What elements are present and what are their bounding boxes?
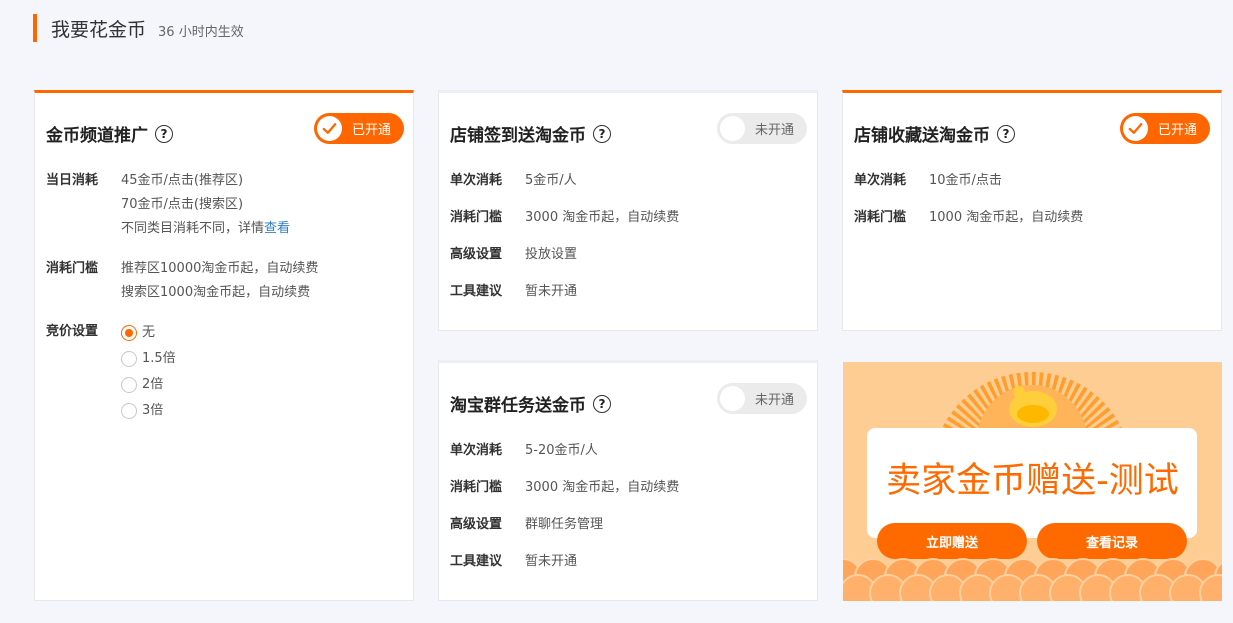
header-accent-bar <box>33 14 37 42</box>
radio-label: 2倍 <box>142 377 164 392</box>
field-label: 消耗门槛 <box>450 210 503 225</box>
bid-option-1-5x[interactable]: 1.5倍 <box>121 346 176 372</box>
tool-row: 工具建议 暂未开通 <box>450 280 577 304</box>
status-toggle[interactable]: 已开通 <box>1120 113 1210 144</box>
toggle-label: 已开通 <box>352 123 392 138</box>
threshold-line: 搜索区1000淘金币起，自动续费 <box>121 285 311 300</box>
daily-cost-row: 当日消耗 45金币/点击(推荐区) 70金币/点击(搜索区) 不同类目消耗不同，… <box>46 169 290 241</box>
group-task-manage-link[interactable]: 群聊任务管理 <box>525 513 603 537</box>
field-value: 暂未开通 <box>525 554 578 569</box>
cost-row: 单次消耗 5-20金币/人 <box>450 439 598 463</box>
view-records-button[interactable]: 查看记录 <box>1037 523 1187 559</box>
advanced-row: 高级设置 投放设置 <box>450 243 577 267</box>
field-value: 1000 淘金币起，自动续费 <box>929 210 1084 225</box>
radio-label: 3倍 <box>142 403 164 418</box>
status-toggle[interactable]: 未开通 <box>717 113 807 144</box>
radio-icon[interactable] <box>121 403 137 419</box>
card-title-text: 店铺签到送淘金币 <box>450 126 586 146</box>
help-icon[interactable]: ? <box>997 124 1015 143</box>
field-label: 工具建议 <box>450 554 503 569</box>
card-title: 店铺收藏送淘金币 ? <box>854 121 1015 146</box>
page-subtitle: 36 小时内生效 <box>158 24 244 40</box>
field-label: 高级设置 <box>450 247 503 262</box>
toggle-label: 未开通 <box>755 393 795 408</box>
check-icon <box>1123 116 1148 141</box>
field-value: 3000 淘金币起，自动续费 <box>525 480 680 495</box>
field-value: 推荐区10000淘金币起，自动续费 搜索区1000淘金币起，自动续费 <box>121 257 318 305</box>
gift-now-button[interactable]: 立即赠送 <box>877 523 1027 559</box>
radio-label: 无 <box>142 325 156 340</box>
threshold-row: 消耗门槛 3000 淘金币起，自动续费 <box>450 476 679 500</box>
field-label: 单次消耗 <box>450 173 503 188</box>
cost-row: 单次消耗 5金币/人 <box>450 169 577 193</box>
field-value: 3000 淘金币起，自动续费 <box>525 210 680 225</box>
field-label: 消耗门槛 <box>854 210 907 225</box>
banner-headline: 卖家金币赠送-测试 <box>886 461 1179 501</box>
gift-coins-banner: 卖家金币赠送-测试 立即赠送 查看记录 <box>843 362 1222 601</box>
cost-row: 单次消耗 10金币/点击 <box>854 169 1002 193</box>
toggle-label: 未开通 <box>755 123 795 138</box>
threshold-line: 推荐区10000淘金币起，自动续费 <box>121 261 319 276</box>
cost-line: 不同类目消耗不同，详情查看 <box>121 217 290 241</box>
radio-label: 1.5倍 <box>142 351 176 366</box>
bid-option-3x[interactable]: 3倍 <box>121 398 176 424</box>
radio-icon[interactable] <box>121 351 137 367</box>
radio-selected-icon[interactable] <box>121 325 137 341</box>
bid-radio-group: 无 1.5倍 2倍 3倍 <box>121 320 176 424</box>
threshold-row: 消耗门槛 1000 淘金币起，自动续费 <box>854 206 1083 230</box>
field-value: 5-20金币/人 <box>525 443 598 458</box>
placement-settings-link[interactable]: 投放设置 <box>525 243 577 267</box>
field-label: 高级设置 <box>450 517 503 532</box>
field-value: 5金币/人 <box>525 173 577 188</box>
field-value: 暂未开通 <box>525 284 578 299</box>
bid-option-2x[interactable]: 2倍 <box>121 372 176 398</box>
help-icon[interactable]: ? <box>593 394 611 413</box>
field-label: 竞价设置 <box>46 324 99 339</box>
bid-option-none[interactable]: 无 <box>121 320 176 346</box>
field-label: 消耗门槛 <box>46 261 99 276</box>
card-store-checkin: 店铺签到送淘金币 ? 未开通 单次消耗 5金币/人 消耗门槛 3000 淘金币起，自… <box>438 90 818 331</box>
page-header: 我要花金币 36 小时内生效 <box>33 14 244 42</box>
field-label: 工具建议 <box>450 284 503 299</box>
field-value: 10金币/点击 <box>929 173 1002 188</box>
card-title: 店铺签到送淘金币 ? <box>450 121 611 146</box>
bid-setting-row: 竞价设置 无 1.5倍 2倍 3倍 <box>46 320 176 424</box>
card-store-favorite: 店铺收藏送淘金币 ? 已开通 单次消耗 10金币/点击 消耗门槛 1000 淘金币起… <box>842 90 1222 331</box>
check-icon <box>317 116 342 141</box>
radio-icon[interactable] <box>121 377 137 393</box>
cost-line: 45金币/点击(推荐区) <box>121 173 244 188</box>
field-label: 消耗门槛 <box>450 480 503 495</box>
card-title: 金币频道推广 ? <box>46 121 173 146</box>
threshold-row: 消耗门槛 推荐区10000淘金币起，自动续费 搜索区1000淘金币起，自动续费 <box>46 257 318 305</box>
advanced-row: 高级设置 群聊任务管理 <box>450 513 603 537</box>
threshold-row: 消耗门槛 3000 淘金币起，自动续费 <box>450 206 679 230</box>
field-label: 单次消耗 <box>854 173 907 188</box>
status-toggle[interactable]: 未开通 <box>717 383 807 414</box>
card-title: 淘宝群任务送金币 ? <box>450 391 611 416</box>
card-title-text: 金币频道推广 <box>46 126 148 146</box>
toggle-knob <box>720 386 745 411</box>
card-channel-promotion: 金币频道推广 ? 已开通 当日消耗 45金币/点击(推荐区) 70金币/点击(搜… <box>34 90 414 601</box>
view-details-link[interactable]: 查看 <box>264 221 290 236</box>
card-group-task: 淘宝群任务送金币 ? 未开通 单次消耗 5-20金币/人 消耗门槛 3000 淘金币… <box>438 360 818 601</box>
status-toggle[interactable]: 已开通 <box>314 113 404 144</box>
wave-pattern-icon <box>843 558 1222 601</box>
help-icon[interactable]: ? <box>593 124 611 143</box>
field-label: 当日消耗 <box>46 173 99 188</box>
card-title-text: 淘宝群任务送金币 <box>450 396 586 416</box>
page-title: 我要花金币 <box>51 18 147 41</box>
tool-row: 工具建议 暂未开通 <box>450 550 577 574</box>
cost-note: 不同类目消耗不同，详情 <box>121 221 265 236</box>
toggle-knob <box>720 116 745 141</box>
cost-line: 70金币/点击(搜索区) <box>121 197 244 212</box>
field-value: 45金币/点击(推荐区) 70金币/点击(搜索区) 不同类目消耗不同，详情查看 <box>121 169 290 241</box>
toggle-label: 已开通 <box>1158 123 1198 138</box>
help-icon[interactable]: ? <box>155 124 173 143</box>
field-label: 单次消耗 <box>450 443 503 458</box>
card-title-text: 店铺收藏送淘金币 <box>854 126 990 146</box>
